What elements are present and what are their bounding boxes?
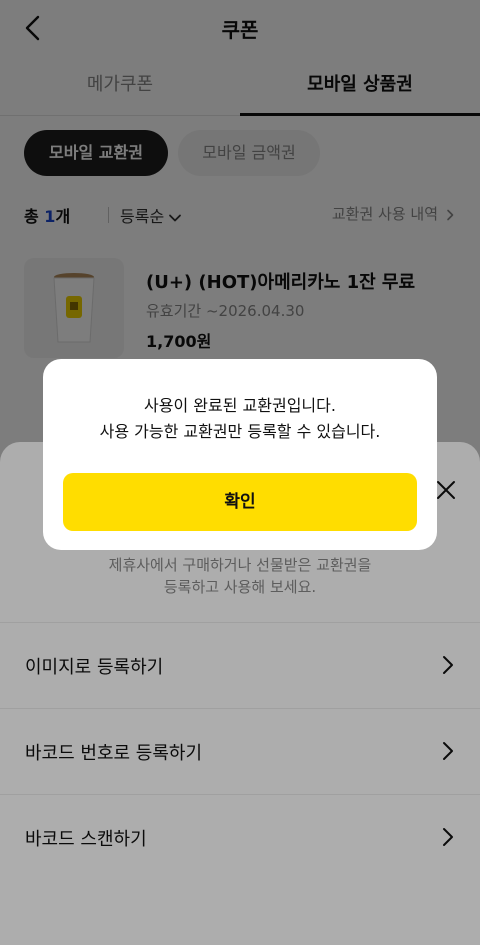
dialog-message-line: 사용 가능한 교환권만 등록할 수 있습니다. <box>99 422 381 441</box>
dialog-message: 사용이 완료된 교환권입니다. 사용 가능한 교환권만 등록할 수 있습니다. <box>43 393 437 445</box>
confirm-button[interactable]: 확인 <box>63 473 417 531</box>
alert-dialog: 사용이 완료된 교환권입니다. 사용 가능한 교환권만 등록할 수 있습니다. … <box>43 359 437 550</box>
dialog-message-line: 사용이 완료된 교환권입니다. <box>144 396 336 415</box>
